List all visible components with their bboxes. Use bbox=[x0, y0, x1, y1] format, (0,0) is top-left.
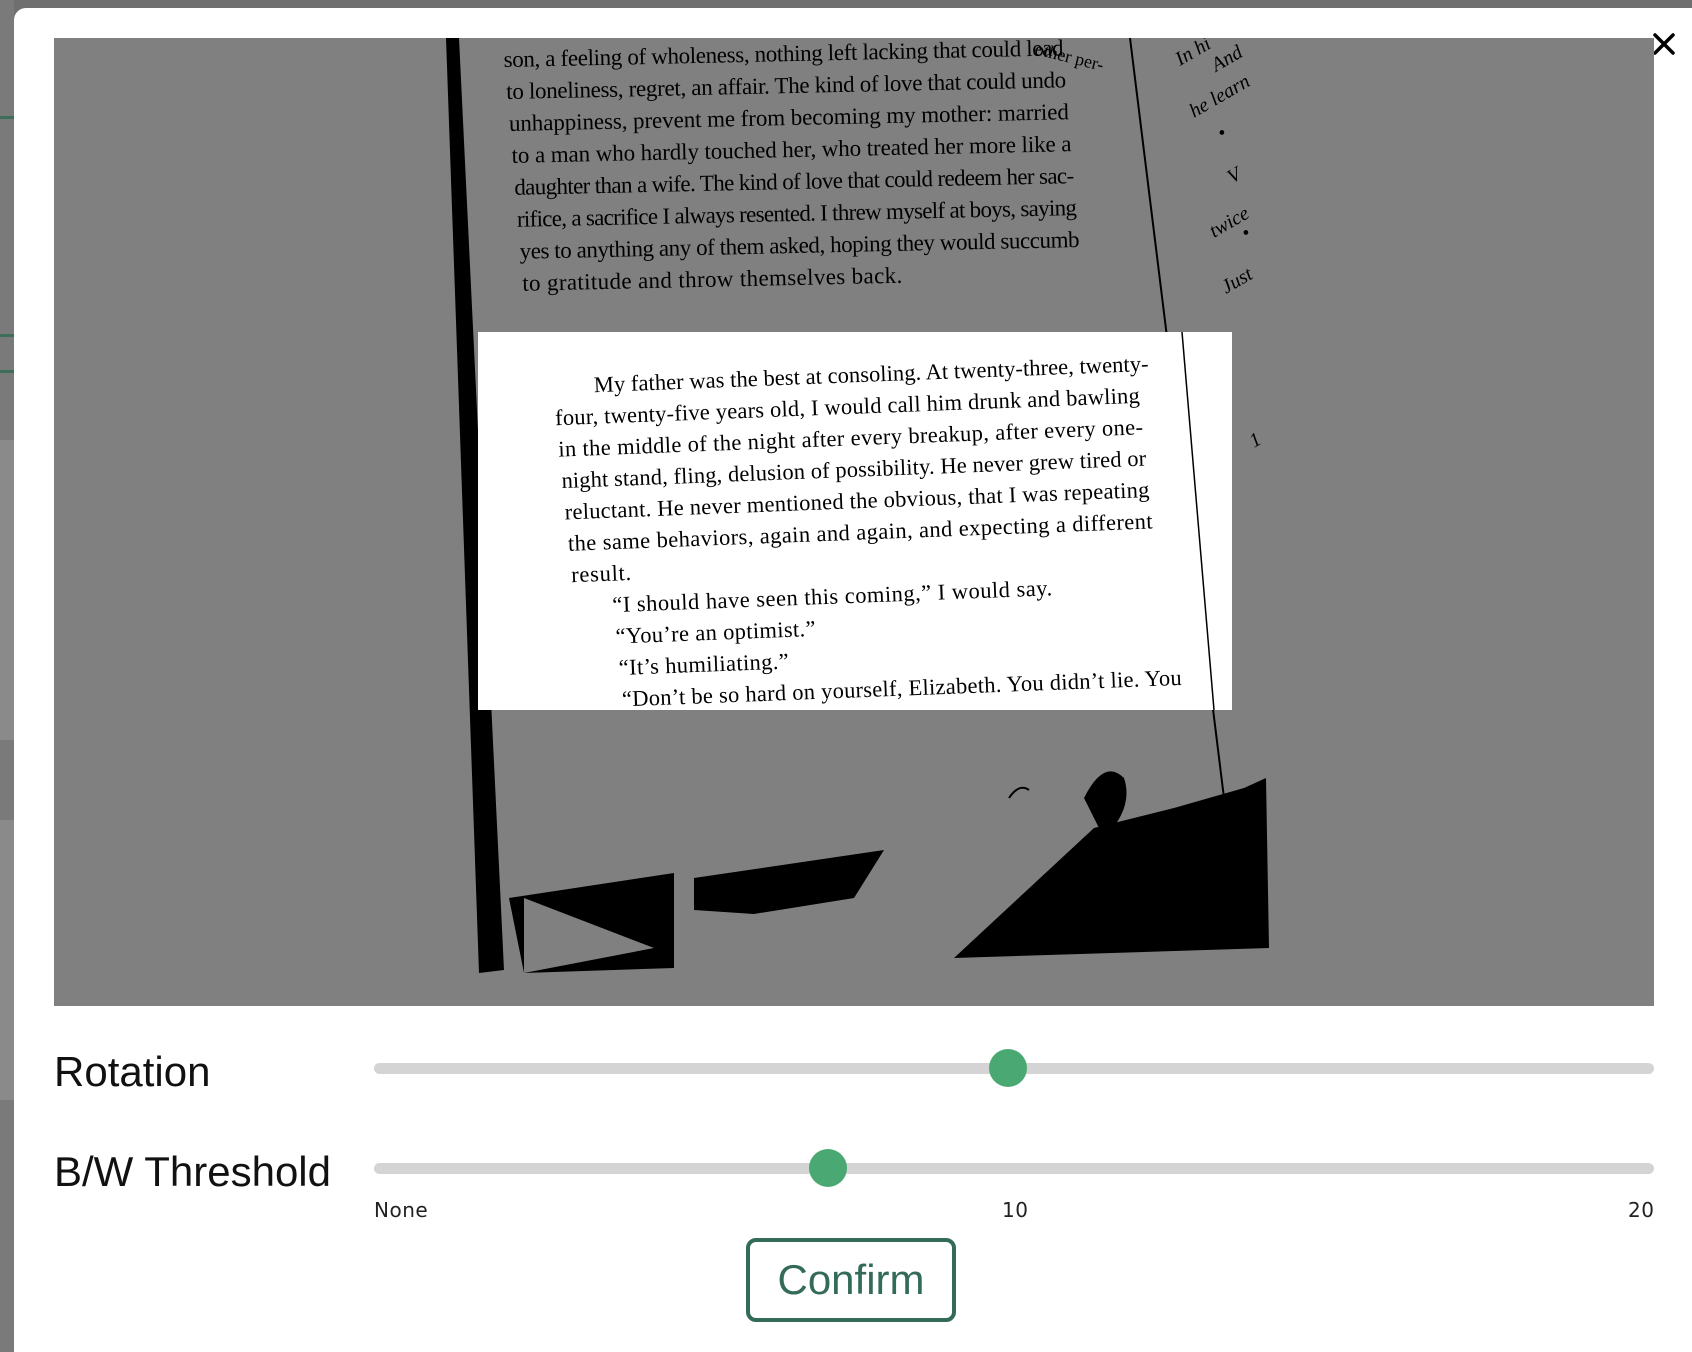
threshold-label: B/W Threshold bbox=[54, 1148, 331, 1195]
confirm-button[interactable]: Confirm bbox=[746, 1238, 956, 1322]
close-icon bbox=[1653, 33, 1675, 55]
side-page-text: 1 bbox=[1246, 428, 1266, 452]
side-page-text: he learn bbox=[1186, 70, 1254, 122]
threshold-tick-min: None bbox=[374, 1198, 429, 1222]
threshold-track[interactable] bbox=[374, 1163, 1654, 1174]
background-divider bbox=[0, 334, 14, 337]
dark-region bbox=[1008, 786, 1030, 799]
scan-text-line: unhappiness, prevent me from becoming my… bbox=[509, 99, 1070, 136]
scan-text-line: daughter than a wife. The kind of love t… bbox=[514, 163, 1074, 200]
side-page-text: In hi bbox=[1171, 38, 1215, 71]
side-page-text: V bbox=[1224, 162, 1248, 189]
crop-text-line: result. bbox=[571, 560, 632, 587]
threshold-slider[interactable] bbox=[374, 1146, 1654, 1190]
scan-image: son, a feeling of wholeness, nothing lef… bbox=[446, 38, 1269, 973]
scan-text-line: yes to anything any of them asked, hopin… bbox=[519, 227, 1079, 264]
rotation-thumb[interactable] bbox=[988, 1049, 1027, 1087]
background-divider bbox=[0, 116, 14, 119]
rotation-label: Rotation bbox=[54, 1048, 211, 1095]
side-page-text: • bbox=[1214, 122, 1231, 145]
scan-text-line: to gratitude and throw themselves back. bbox=[522, 263, 902, 296]
scan-text-line: to a man who hardly touched her, who tre… bbox=[511, 131, 1071, 168]
dark-region bbox=[694, 850, 884, 914]
scan-text-line: son, a feeling of wholeness, nothing lef… bbox=[503, 38, 1064, 72]
background-text bbox=[0, 440, 14, 740]
scan-preview: son, a feeling of wholeness, nothing lef… bbox=[54, 38, 1654, 1006]
background-text bbox=[0, 820, 14, 1100]
threshold-thumb[interactable] bbox=[809, 1149, 848, 1187]
rotation-slider[interactable] bbox=[374, 1046, 1654, 1090]
scan-text-line: to loneliness, regret, an affair. The ki… bbox=[506, 67, 1066, 104]
background-divider bbox=[0, 370, 14, 373]
scan-text-line: rifice, a sacrifice I always resented. I… bbox=[517, 195, 1078, 232]
threshold-tick-max: 20 bbox=[1628, 1198, 1655, 1222]
edit-scan-dialog: son, a feeling of wholeness, nothing lef… bbox=[14, 8, 1692, 1352]
threshold-tick-mid: 10 bbox=[1002, 1198, 1029, 1222]
crop-left-edge bbox=[478, 332, 492, 710]
side-page-text: Just bbox=[1218, 263, 1257, 298]
